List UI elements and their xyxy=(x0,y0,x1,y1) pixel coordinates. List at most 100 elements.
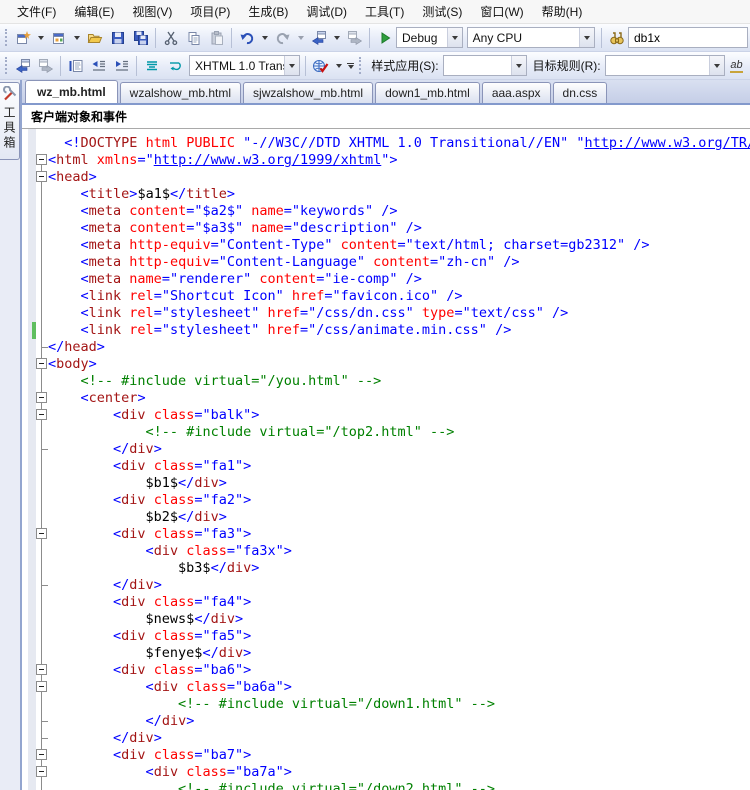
combo-dropdown-button[interactable] xyxy=(447,28,462,47)
code-line[interactable]: <div class="fa3"> xyxy=(48,526,750,543)
code-line[interactable]: <html xmlns="http://www.w3.org/1999/xhtm… xyxy=(48,152,750,169)
add-item-dropdown[interactable] xyxy=(70,27,83,49)
code-line[interactable]: <div class="fa4"> xyxy=(48,594,750,611)
code-line[interactable]: $fenye$</div> xyxy=(48,645,750,662)
code-line[interactable]: <div class="ba6"> xyxy=(48,662,750,679)
start-debugging-button[interactable] xyxy=(373,27,396,49)
code-line[interactable]: <head> xyxy=(48,169,750,186)
check-page-dropdown[interactable] xyxy=(332,55,345,77)
paste-button[interactable] xyxy=(205,27,228,49)
code-line[interactable]: <div class="ba6a"> xyxy=(48,679,750,696)
toolbar-grip[interactable] xyxy=(5,29,7,46)
toolbox-tab[interactable]: 工具箱 xyxy=(0,82,20,160)
fold-collapse-box[interactable] xyxy=(36,664,47,675)
add-item-button[interactable] xyxy=(47,27,70,49)
new-project-dropdown[interactable] xyxy=(34,27,47,49)
combo-dropdown-button[interactable] xyxy=(579,28,594,47)
code-line[interactable]: <div class="balk"> xyxy=(48,407,750,424)
formatting-marks-button[interactable] xyxy=(140,55,163,77)
code-line[interactable]: </div> xyxy=(48,713,750,730)
increase-indent-button[interactable] xyxy=(110,55,133,77)
open-file-button[interactable] xyxy=(83,27,106,49)
new-project-button[interactable] xyxy=(11,27,34,49)
menu-item-tools[interactable]: 工具(T) xyxy=(356,0,413,24)
code-line[interactable]: <title>$a1$</title> xyxy=(48,186,750,203)
code-area[interactable]: <!DOCTYPE html PUBLIC "-//W3C//DTD XHTML… xyxy=(48,135,750,790)
combo-dropdown-button[interactable] xyxy=(511,56,526,75)
code-line[interactable]: </div> xyxy=(48,441,750,458)
fold-collapse-box[interactable] xyxy=(36,681,47,692)
code-line[interactable]: </head> xyxy=(48,339,750,356)
editor-navigation-bar[interactable]: 客户端对象和事件 xyxy=(22,105,750,129)
fold-collapse-box[interactable] xyxy=(36,392,47,403)
navigate-forward-button[interactable] xyxy=(343,27,366,49)
code-line[interactable]: <div class="ba7a"> xyxy=(48,764,750,781)
undo-button[interactable] xyxy=(235,27,258,49)
code-line[interactable]: <meta name="renderer" content="ie-comp" … xyxy=(48,271,750,288)
fold-collapse-box[interactable] xyxy=(36,528,47,539)
find-combo-input[interactable] xyxy=(628,27,748,48)
toolbar-grip[interactable] xyxy=(5,57,7,74)
find-in-files-button[interactable] xyxy=(605,27,628,49)
document-tab[interactable]: aaa.aspx xyxy=(482,82,551,103)
navigate-forward-button[interactable] xyxy=(34,55,57,77)
code-line[interactable]: <div class="fa3x"> xyxy=(48,543,750,560)
navigate-backward-button[interactable] xyxy=(11,55,34,77)
document-tab[interactable]: dn.css xyxy=(553,82,608,103)
toolbar-overflow-button[interactable] xyxy=(345,55,356,77)
menu-item-window[interactable]: 窗口(W) xyxy=(471,0,532,24)
menu-item-build[interactable]: 生成(B) xyxy=(239,0,297,24)
fold-collapse-box[interactable] xyxy=(36,358,47,369)
code-line[interactable]: <!DOCTYPE html PUBLIC "-//W3C//DTD XHTML… xyxy=(48,135,750,152)
menu-item-help[interactable]: 帮助(H) xyxy=(533,0,592,24)
fold-collapse-box[interactable] xyxy=(36,766,47,777)
code-line[interactable]: <div class="fa1"> xyxy=(48,458,750,475)
fold-collapse-box[interactable] xyxy=(36,171,47,182)
code-line[interactable]: $b1$</div> xyxy=(48,475,750,492)
code-line[interactable]: <link rel="stylesheet" href="/css/dn.css… xyxy=(48,305,750,322)
code-line[interactable]: $b3$</div> xyxy=(48,560,750,577)
menu-item-file[interactable]: 文件(F) xyxy=(8,0,65,24)
document-tab[interactable]: sjwzalshow_mb.html xyxy=(243,82,373,103)
line-break-button[interactable] xyxy=(163,55,186,77)
code-line[interactable]: <body> xyxy=(48,356,750,373)
menu-item-edit[interactable]: 编辑(E) xyxy=(65,0,123,24)
fold-collapse-box[interactable] xyxy=(36,749,47,760)
code-line[interactable]: <link rel="Shortcut Icon" href="favicon.… xyxy=(48,288,750,305)
code-line[interactable]: <!-- #include virtual="/down2.html" --> xyxy=(48,781,750,790)
menu-item-project[interactable]: 项目(P) xyxy=(181,0,239,24)
combo-dropdown-button[interactable] xyxy=(709,56,724,75)
fold-collapse-box[interactable] xyxy=(36,409,47,420)
combo-dropdown-button[interactable] xyxy=(284,56,299,75)
menu-item-test[interactable]: 测试(S) xyxy=(413,0,471,24)
code-line[interactable]: $b2$</div> xyxy=(48,509,750,526)
doctype-combo[interactable]: XHTML 1.0 Transitic xyxy=(189,55,300,76)
decrease-indent-button[interactable] xyxy=(87,55,110,77)
solution-configurations-combo[interactable]: Debug xyxy=(396,27,463,48)
target-rule-combo[interactable] xyxy=(605,55,725,76)
navigate-backward-button[interactable] xyxy=(307,27,330,49)
navigate-backward-dropdown[interactable] xyxy=(330,27,343,49)
code-line[interactable]: <meta http-equiv="Content-Language" cont… xyxy=(48,254,750,271)
code-line[interactable]: </div> xyxy=(48,577,750,594)
code-line[interactable]: <!-- #include virtual="/down1.html" --> xyxy=(48,696,750,713)
cut-button[interactable] xyxy=(159,27,182,49)
solution-platforms-combo[interactable]: Any CPU xyxy=(467,27,595,48)
code-line[interactable]: <center> xyxy=(48,390,750,407)
fold-collapse-box[interactable] xyxy=(36,154,47,165)
format-document-button[interactable] xyxy=(64,55,87,77)
code-line[interactable]: $news$</div> xyxy=(48,611,750,628)
undo-dropdown[interactable] xyxy=(258,27,271,49)
document-tab[interactable]: wz_mb.html xyxy=(25,80,118,103)
save-button[interactable] xyxy=(106,27,129,49)
code-line[interactable]: <div class="fa2"> xyxy=(48,492,750,509)
code-line[interactable]: <div class="fa5"> xyxy=(48,628,750,645)
code-line[interactable]: <link rel="stylesheet" href="/css/animat… xyxy=(48,322,750,339)
code-line[interactable]: </div> xyxy=(48,730,750,747)
check-page-button[interactable] xyxy=(309,55,332,77)
menu-item-debug[interactable]: 调试(D) xyxy=(297,0,356,24)
code-editor[interactable]: <!DOCTYPE html PUBLIC "-//W3C//DTD XHTML… xyxy=(22,129,750,790)
copy-button[interactable] xyxy=(182,27,205,49)
code-line[interactable]: <meta http-equiv="Content-Type" content=… xyxy=(48,237,750,254)
redo-dropdown[interactable] xyxy=(294,27,307,49)
